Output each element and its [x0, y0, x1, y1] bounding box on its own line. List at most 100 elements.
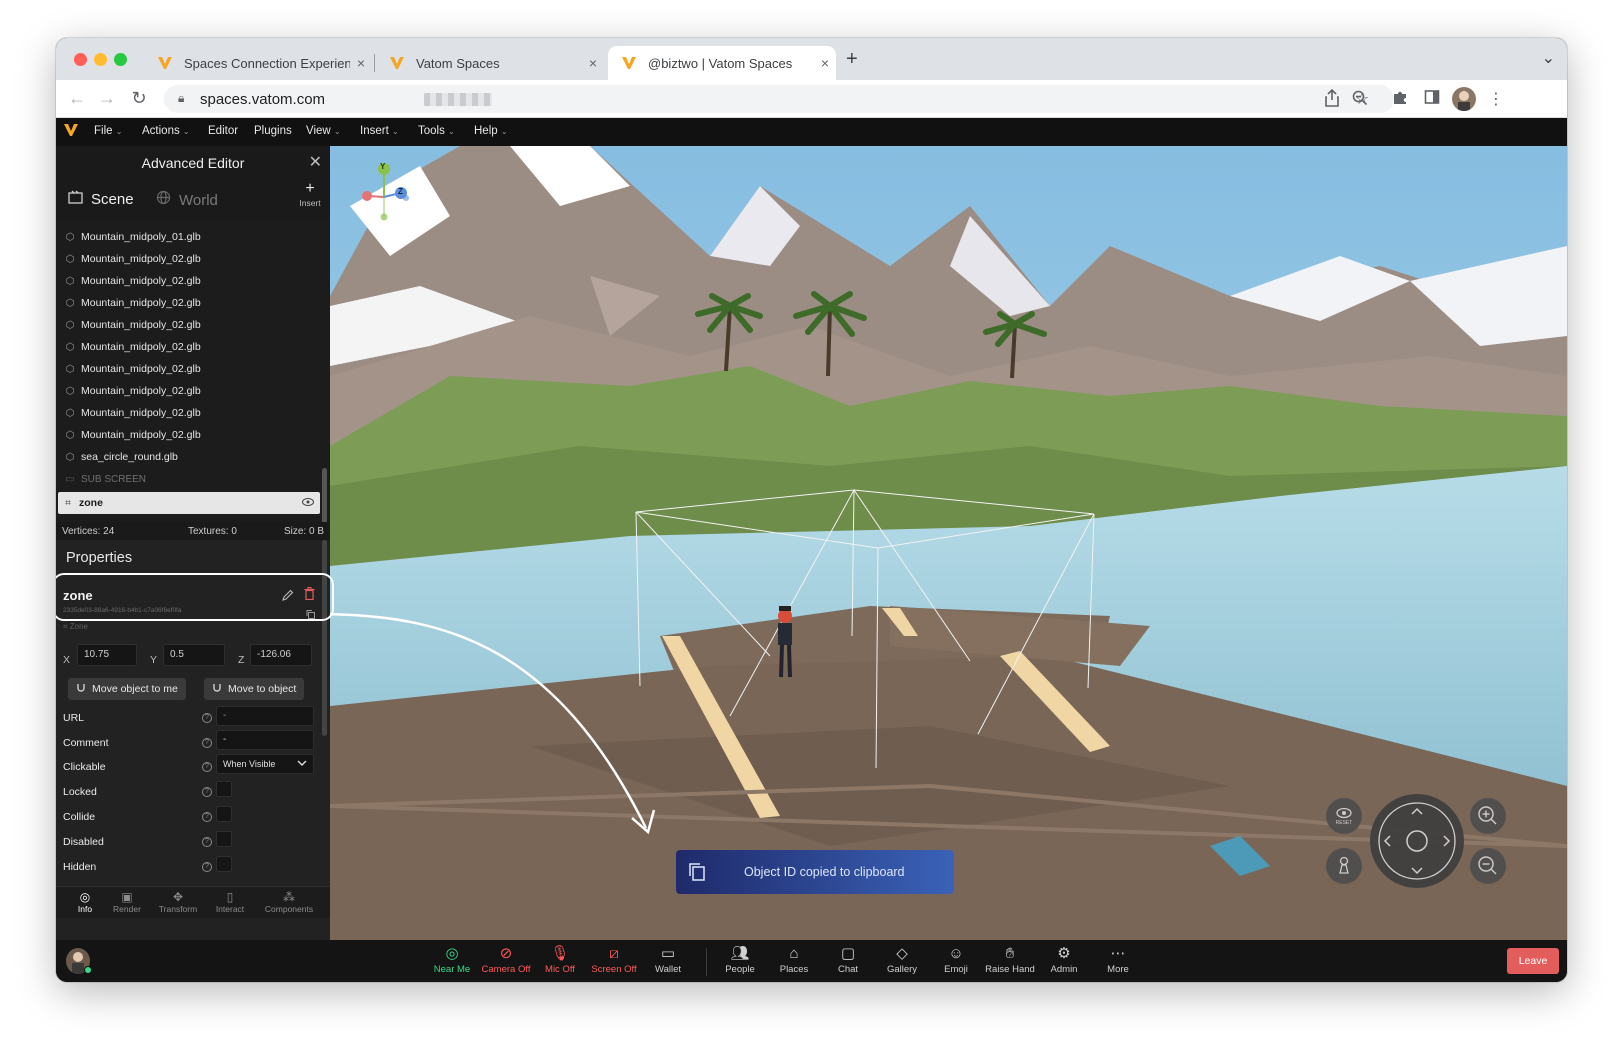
x-position-input[interactable]: 10.75	[77, 644, 137, 666]
kebab-menu-icon[interactable]: ⋮	[1486, 89, 1506, 109]
tree-item[interactable]: ⬡ Mountain_midpoly_02.glb	[60, 358, 318, 380]
nav-info[interactable]: ◎ Info	[74, 890, 96, 914]
share-icon[interactable]	[1322, 88, 1342, 109]
camera-off-button[interactable]: ⊘ Camera Off	[478, 944, 534, 975]
tree-item[interactable]: ⬡ Mountain_midpoly_02.glb	[60, 248, 318, 270]
more-button[interactable]: ⋯ More	[1090, 944, 1146, 975]
menu-view[interactable]: View ⌄	[306, 125, 341, 137]
zoom-out-button[interactable]	[1470, 848, 1506, 884]
tab-world[interactable]: World	[156, 190, 218, 210]
places-button[interactable]: ⌂ Places	[766, 944, 822, 975]
avatar-view-button[interactable]	[1326, 848, 1362, 884]
properties-scrollbar[interactable]	[322, 540, 327, 736]
close-tab-icon[interactable]: ×	[582, 55, 604, 71]
help-icon[interactable]: ?	[202, 762, 212, 772]
zoom-in-button[interactable]	[1470, 798, 1506, 834]
mic-off-button[interactable]: 🎙︎ Mic Off	[532, 944, 588, 975]
help-icon[interactable]: ?	[202, 812, 212, 822]
help-icon[interactable]: ?	[202, 787, 212, 797]
z-position-input[interactable]: -126.06	[250, 644, 312, 666]
collide-checkbox[interactable]	[216, 806, 232, 822]
url-input[interactable]: -	[216, 706, 314, 726]
reset-label: RESET	[1335, 820, 1353, 826]
screen-off-button[interactable]: ⧄ Screen Off	[586, 944, 642, 975]
disabled-checkbox[interactable]	[216, 831, 232, 847]
tab-spaces-connection[interactable]: Spaces Connection Experience ×	[144, 46, 372, 80]
reload-button[interactable]: ↻	[128, 88, 150, 109]
tab-biztwo-vatom-spaces[interactable]: @biztwo | Vatom Spaces ×	[608, 46, 836, 80]
y-position-input[interactable]: 0.5	[163, 644, 225, 666]
tab-title: @biztwo | Vatom Spaces	[648, 55, 793, 71]
close-window-button[interactable]	[74, 53, 87, 66]
eye-icon[interactable]	[302, 497, 314, 509]
chat-button[interactable]: ▢ Chat	[820, 944, 876, 975]
forward-button[interactable]: →	[96, 88, 118, 109]
help-icon[interactable]: ?	[202, 837, 212, 847]
side-panel-icon[interactable]	[1422, 89, 1442, 109]
close-panel-icon[interactable]: ✕	[309, 152, 322, 172]
vatom-logo-icon[interactable]	[64, 123, 78, 141]
globe-icon	[156, 190, 171, 210]
tab-scene[interactable]: Scene	[68, 190, 134, 209]
insert-button[interactable]: + Insert	[296, 180, 324, 208]
leave-button[interactable]: Leave	[1507, 948, 1559, 974]
tab-title: Vatom Spaces	[416, 55, 500, 71]
tree-group-sub-screen[interactable]: ▭ SUB SCREEN	[60, 468, 318, 490]
help-icon[interactable]: ?	[202, 862, 212, 872]
tree-item[interactable]: ⬡ sea_circle_round.glb	[60, 446, 318, 468]
tree-item[interactable]: ⬡ Mountain_midpoly_01.glb	[60, 226, 318, 248]
help-icon[interactable]: ?	[202, 713, 212, 723]
menu-plugins[interactable]: Plugins	[254, 125, 292, 137]
move-object-to-me-button[interactable]: Move object to me	[68, 678, 186, 700]
nav-transform[interactable]: ✥ Transform	[154, 890, 202, 914]
close-tab-icon[interactable]: ×	[350, 55, 372, 71]
tree-item[interactable]: ⬡ Mountain_midpoly_02.glb	[60, 424, 318, 446]
annotation-highlight-box	[56, 573, 334, 621]
url-omnibox[interactable]: 🔒︎ spaces.vatom.com	[164, 85, 1394, 113]
hidden-checkbox[interactable]	[216, 856, 232, 872]
wallet-button[interactable]: ▭ Wallet	[640, 944, 696, 975]
people-button[interactable]: 👥︎ People	[712, 944, 768, 975]
tree-item[interactable]: ⬡ Mountain_midpoly_02.glb	[60, 314, 318, 336]
help-icon[interactable]: ?	[202, 738, 212, 748]
bookmark-star-icon[interactable]: ☆	[1352, 89, 1372, 109]
menu-editor[interactable]: Editor	[208, 125, 238, 137]
tree-item[interactable]: ⬡ Mountain_midpoly_02.glb	[60, 292, 318, 314]
back-button[interactable]: ←	[66, 88, 88, 109]
maximize-window-button[interactable]	[114, 53, 127, 66]
gallery-button[interactable]: ◇ Gallery	[874, 944, 930, 975]
menu-help[interactable]: Help ⌄	[474, 125, 508, 137]
profile-avatar[interactable]	[1452, 87, 1476, 111]
emoji-button[interactable]: ☺ Emoji	[928, 944, 984, 975]
locked-checkbox[interactable]	[216, 781, 232, 797]
tree-item[interactable]: ⬡ Mountain_midpoly_02.glb	[60, 336, 318, 358]
near-me-button[interactable]: ◎ Near Me	[424, 944, 480, 975]
size-value: Size: 0 B	[283, 526, 324, 537]
tab-vatom-spaces[interactable]: Vatom Spaces ×	[376, 46, 604, 80]
move-to-object-button[interactable]: Move to object	[204, 678, 305, 700]
nav-components[interactable]: ⁂ Components	[260, 890, 318, 914]
tab-search-button[interactable]: ⌄	[1542, 48, 1555, 68]
raise-hand-button[interactable]: ✋︎ Raise Hand	[982, 944, 1038, 975]
tree-item[interactable]: ⬡ Mountain_midpoly_02.glb	[60, 380, 318, 402]
new-tab-button[interactable]: +	[846, 48, 858, 71]
extensions-puzzle-icon[interactable]	[1390, 89, 1410, 109]
clickable-select[interactable]: When Visible	[216, 754, 314, 774]
admin-button[interactable]: ⚙ Admin	[1036, 944, 1092, 975]
comment-input[interactable]: -	[216, 730, 314, 750]
movement-joystick[interactable]	[1370, 794, 1464, 888]
nav-render[interactable]: ▣ Render	[110, 890, 144, 914]
scene-icon	[68, 190, 83, 209]
menu-file[interactable]: File ⌄	[94, 125, 122, 137]
nav-interact[interactable]: ▯ Interact	[210, 890, 250, 914]
tree-item-selected[interactable]: ⌗ zone	[58, 492, 320, 514]
menu-actions[interactable]: Actions ⌄	[142, 125, 190, 137]
tree-item[interactable]: ⬡ Mountain_midpoly_02.glb	[60, 270, 318, 292]
minimize-window-button[interactable]	[94, 53, 107, 66]
tree-item[interactable]: ⬡ Mountain_midpoly_02.glb	[60, 402, 318, 424]
close-tab-icon[interactable]: ×	[814, 55, 836, 71]
reset-view-button[interactable]: RESET	[1326, 798, 1362, 834]
menu-tools[interactable]: Tools ⌄	[418, 125, 455, 137]
menu-insert[interactable]: Insert ⌄	[360, 125, 399, 137]
3d-viewport[interactable]: Y Z RESET Object ID copied to clipboard	[330, 146, 1567, 940]
